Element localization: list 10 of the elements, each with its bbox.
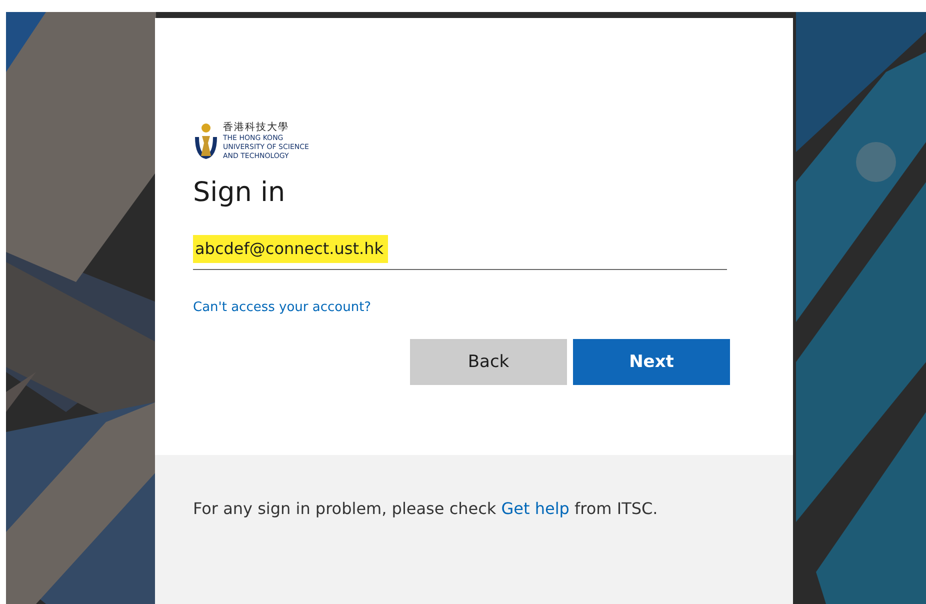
logo-chinese-name: 香港科技大學	[223, 122, 290, 134]
next-button[interactable]: Next	[573, 339, 730, 385]
get-help-link[interactable]: Get help	[501, 499, 570, 518]
back-button[interactable]: Back	[410, 339, 567, 385]
page-title: Sign in	[193, 176, 286, 210]
email-field[interactable]: abcdef@connect.ust.hk	[193, 235, 727, 270]
university-logo-icon	[193, 122, 219, 160]
email-value: abcdef@connect.ust.hk	[193, 235, 388, 263]
help-text: For any sign in problem, please check Get help from ITSC.	[193, 498, 659, 520]
account-help-link[interactable]: Can't access your account?	[193, 300, 372, 315]
